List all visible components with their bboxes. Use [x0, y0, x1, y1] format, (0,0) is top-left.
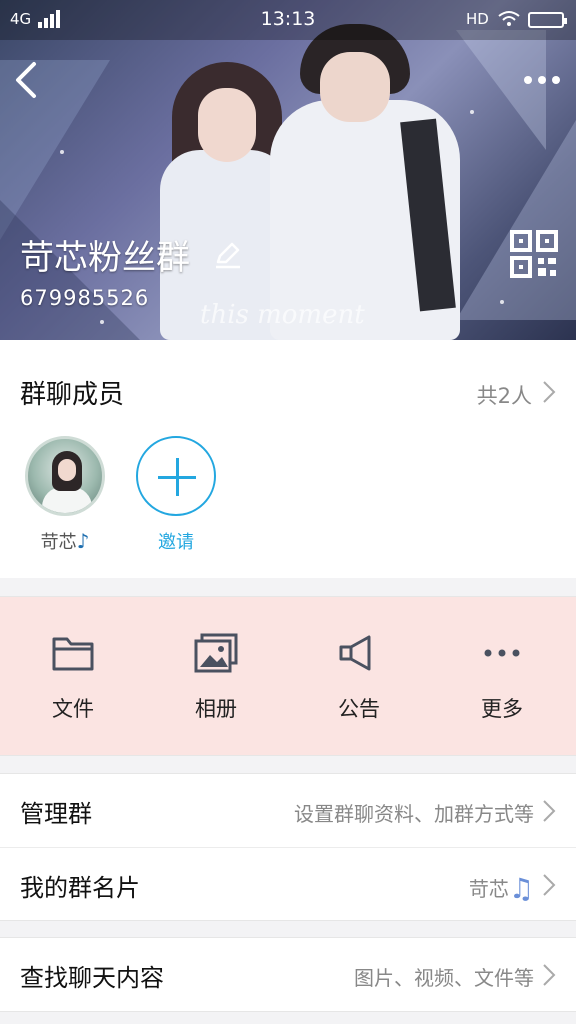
status-bar: 4G 13:13 HD — [0, 0, 576, 40]
tool-label: 相册 — [195, 697, 237, 721]
member-item[interactable]: 苛芯♪ — [15, 436, 115, 556]
folder-icon — [52, 637, 94, 671]
more-options-icon[interactable] — [520, 62, 564, 98]
wifi-icon — [498, 11, 520, 26]
tool-album[interactable]: 相册 — [156, 633, 276, 743]
announcement-icon — [339, 635, 371, 671]
tool-label: 更多 — [481, 697, 523, 721]
tool-announcement[interactable]: 公告 — [299, 633, 419, 743]
search-chat-row[interactable]: 查找聊天内容 图片、视频、文件等 — [0, 938, 576, 1011]
group-id: 679985526 — [20, 286, 150, 310]
group-tools-bar: 文件 相册 公告 更多 — [0, 596, 576, 756]
group-name: 苛芯粉丝群 — [20, 238, 190, 278]
manage-group-row[interactable]: 管理群 设置群聊资料、加群方式等 — [0, 774, 576, 847]
invite-plus-icon[interactable] — [136, 436, 216, 516]
row-label: 我的群名片 — [20, 874, 140, 902]
chevron-right-icon — [543, 381, 556, 403]
chevron-right-icon — [543, 874, 556, 896]
battery-icon — [528, 12, 567, 28]
my-group-card-row[interactable]: 我的群名片 苛芯♫ — [0, 847, 576, 920]
invite-item[interactable]: 邀请 — [126, 436, 226, 556]
row-label: 管理群 — [20, 800, 92, 828]
chevron-right-icon — [543, 800, 556, 822]
members-count[interactable]: 共2人 — [477, 380, 532, 410]
tool-more[interactable]: 更多 — [442, 633, 562, 743]
settings-list: 管理群 设置群聊资料、加群方式等 我的群名片 苛芯♫ — [0, 773, 576, 921]
tool-files[interactable]: 文件 — [13, 633, 133, 743]
more-dots-icon — [484, 649, 520, 657]
tool-label: 文件 — [52, 697, 94, 721]
edit-pencil-icon[interactable] — [212, 238, 244, 270]
group-profile-page: this moment 4G 13:13 HD 苛芯粉丝群 679985526 … — [0, 0, 576, 1024]
music-note-icon: ♫ — [508, 872, 534, 905]
tool-label: 公告 — [338, 697, 380, 721]
row-value: 图片、视频、文件等 — [354, 966, 534, 990]
row-value: 苛芯 — [468, 877, 509, 901]
hd-indicator: HD — [466, 10, 489, 28]
qr-code-icon[interactable] — [510, 230, 558, 278]
clock: 13:13 — [260, 8, 316, 30]
cover-photo — [120, 24, 470, 340]
chevron-right-icon — [543, 964, 556, 986]
group-cover-banner: this moment 4G 13:13 HD 苛芯粉丝群 679985526 — [0, 0, 576, 340]
search-list: 查找聊天内容 图片、视频、文件等 — [0, 937, 576, 1012]
music-note-icon: ♪ — [76, 529, 90, 553]
album-icon — [194, 633, 238, 673]
invite-label: 邀请 — [158, 532, 194, 553]
group-members-section[interactable]: 群聊成员 共2人 苛芯♪ 邀请 — [0, 340, 576, 578]
row-label: 查找聊天内容 — [20, 964, 164, 992]
banner-script-text: this moment — [200, 300, 365, 330]
members-title: 群聊成员 — [20, 380, 125, 410]
member-name: 苛芯 — [40, 532, 77, 553]
row-value: 设置群聊资料、加群方式等 — [294, 802, 534, 826]
back-arrow-icon[interactable] — [10, 60, 44, 100]
avatar[interactable] — [25, 436, 105, 516]
